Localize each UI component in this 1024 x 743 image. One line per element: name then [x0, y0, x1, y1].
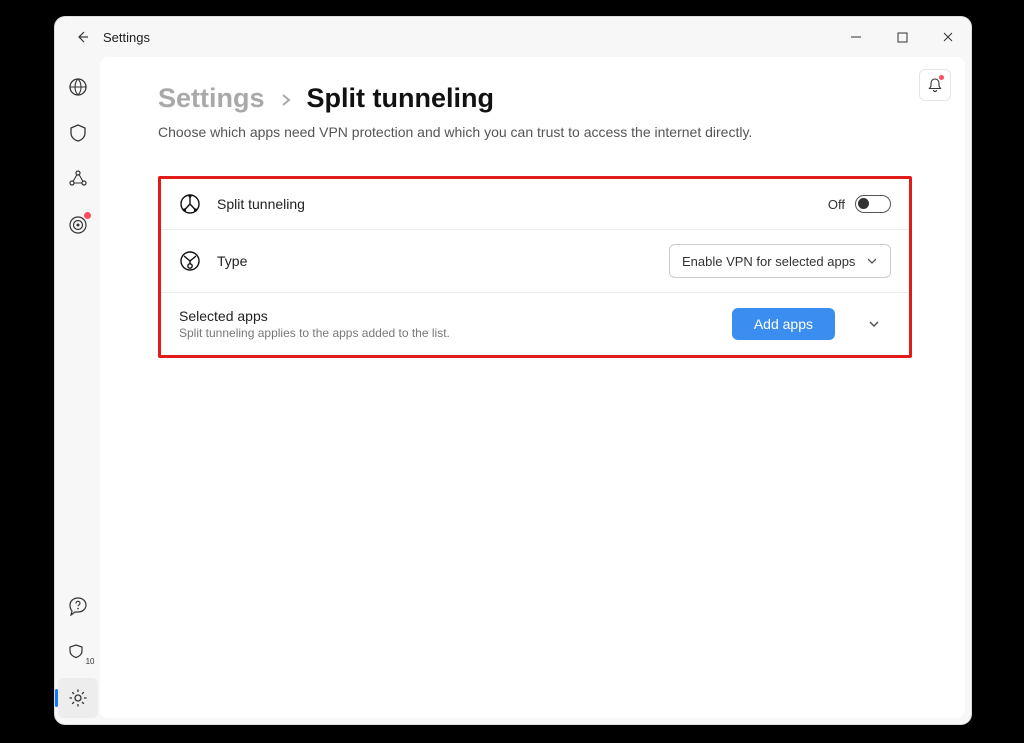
arrow-left-icon: [74, 29, 90, 45]
row-split-tunneling: Split tunneling Off: [161, 179, 909, 230]
expand-button[interactable]: [857, 307, 891, 341]
sidebar: 10: [55, 57, 100, 724]
add-apps-button[interactable]: Add apps: [732, 308, 835, 340]
notification-dot-icon: [84, 212, 91, 219]
row-selected-apps: Selected apps Split tunneling applies to…: [161, 293, 909, 355]
toggle-group: Off: [828, 195, 891, 213]
close-button[interactable]: [925, 17, 971, 57]
main-content: Settings Split tunneling Choose which ap…: [100, 57, 965, 718]
sidebar-item-help[interactable]: [58, 586, 98, 626]
window-controls: [833, 17, 971, 57]
gear-icon: [68, 688, 88, 708]
page-subtitle: Choose which apps need VPN protection an…: [158, 124, 925, 140]
sidebar-item-upgrade[interactable]: 10: [58, 632, 98, 672]
nodes-icon: [68, 169, 88, 189]
type-icon: [179, 250, 201, 272]
chevron-down-icon: [866, 255, 878, 267]
minimize-button[interactable]: [833, 17, 879, 57]
row-label: Selected apps: [179, 308, 450, 324]
row-label: Type: [217, 253, 247, 269]
sidebar-item-radar[interactable]: [58, 205, 98, 245]
sidebar-item-mesh[interactable]: [58, 159, 98, 199]
breadcrumb-root[interactable]: Settings: [158, 83, 265, 114]
globe-icon: [68, 77, 88, 97]
app-window: Settings: [55, 17, 971, 724]
help-icon: [68, 596, 88, 616]
maximize-icon: [897, 32, 908, 43]
dropdown-value: Enable VPN for selected apps: [682, 254, 855, 269]
titlebar: Settings: [55, 17, 971, 57]
sidebar-item-browse[interactable]: [58, 67, 98, 107]
notifications-button[interactable]: [919, 69, 951, 101]
shield-small-icon: [68, 642, 88, 662]
notification-dot-icon: [939, 75, 944, 80]
toggle-knob-icon: [858, 198, 869, 209]
row-text: Selected apps Split tunneling applies to…: [179, 308, 450, 340]
settings-panel: Split tunneling Off Type: [158, 176, 912, 358]
split-tunneling-toggle[interactable]: [855, 195, 891, 213]
close-icon: [942, 31, 954, 43]
maximize-button[interactable]: [879, 17, 925, 57]
window-title: Settings: [103, 30, 150, 45]
toggle-state-text: Off: [828, 197, 845, 212]
sidebar-item-shield[interactable]: [58, 113, 98, 153]
page-title: Split tunneling: [307, 83, 494, 114]
row-label: Split tunneling: [217, 196, 305, 212]
breadcrumb: Settings Split tunneling: [158, 83, 925, 114]
upgrade-badge: 10: [86, 657, 95, 666]
shield-icon: [68, 123, 88, 143]
row-sublabel: Split tunneling applies to the apps adde…: [179, 326, 450, 340]
minimize-icon: [850, 31, 862, 43]
chevron-down-icon: [867, 317, 881, 331]
sidebar-item-settings[interactable]: [58, 678, 98, 718]
row-type: Type Enable VPN for selected apps: [161, 230, 909, 293]
back-button[interactable]: [69, 24, 95, 50]
window-body: 10 Settings Split tunneling Choose which…: [55, 57, 971, 724]
chevron-right-icon: [279, 93, 293, 107]
type-dropdown[interactable]: Enable VPN for selected apps: [669, 244, 891, 278]
split-tunneling-icon: [179, 193, 201, 215]
